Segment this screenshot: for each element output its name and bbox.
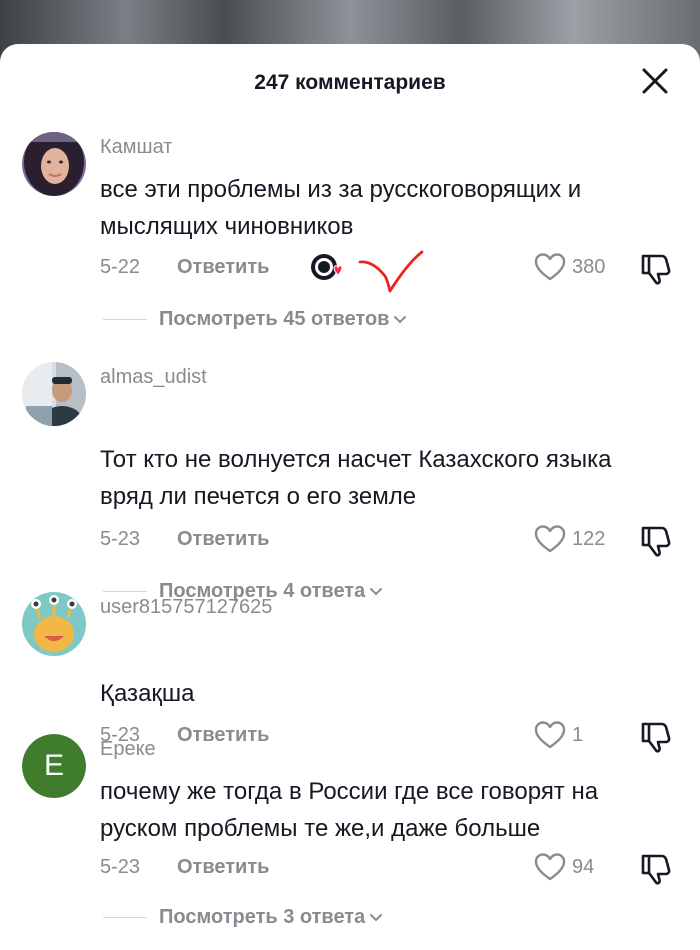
like-count: 1	[572, 723, 584, 746]
divider	[103, 319, 147, 320]
like-count: 94	[572, 855, 595, 878]
reply-button[interactable]: Ответить	[177, 724, 269, 747]
comment-date: 5-23	[100, 528, 141, 550]
divider	[103, 591, 147, 592]
comment-username[interactable]: Камшат	[100, 136, 172, 159]
comment-date: 5-22	[100, 256, 141, 278]
avatar-letter: E	[43, 749, 64, 782]
reply-button[interactable]: Ответить	[177, 528, 269, 551]
avatar[interactable]	[22, 132, 86, 196]
comment-text: все эти проблемы из за русскоговорящих и…	[100, 176, 582, 240]
view-replies-button[interactable]: Посмотреть 45 ответов	[103, 308, 407, 331]
dislike-icon[interactable]	[638, 853, 672, 885]
close-icon[interactable]	[640, 66, 670, 96]
dislike-icon[interactable]	[638, 721, 672, 753]
reply-button[interactable]: Ответить	[177, 256, 269, 279]
chevron-down-icon	[370, 587, 383, 595]
view-replies-label: Посмотреть 3 ответа	[159, 906, 366, 928]
monster-avatar-icon	[22, 592, 86, 656]
comment-username[interactable]: Ереке	[100, 738, 156, 761]
heart-icon	[534, 525, 566, 553]
handwritten-checkmark-icon	[358, 250, 424, 293]
comment-text: почему же тогда в России где все говорят…	[100, 778, 599, 842]
comment-text: Қазақша	[100, 680, 195, 707]
sheet-header: 247 комментариев	[0, 44, 700, 120]
like-count: 380	[572, 255, 606, 278]
heart-icon	[534, 253, 566, 281]
avatar[interactable]: E	[22, 734, 86, 798]
user-photo-icon	[22, 132, 86, 196]
like-button[interactable]: 1	[534, 720, 612, 750]
like-count: 122	[572, 527, 606, 550]
like-button[interactable]: 94	[534, 852, 612, 882]
like-button[interactable]: 122	[534, 524, 612, 554]
comments-count-title: 247 комментариев	[254, 71, 446, 94]
view-replies-button[interactable]: Посмотреть 3 ответа	[103, 906, 383, 929]
heart-icon	[534, 853, 566, 881]
view-replies-label: Посмотреть 45 ответов	[159, 308, 390, 330]
chevron-down-icon	[370, 913, 383, 921]
avatar[interactable]	[22, 592, 86, 656]
comment-username[interactable]: almas_udist	[100, 366, 207, 389]
user-photo-icon	[22, 362, 86, 426]
heart-icon	[534, 721, 566, 749]
chevron-down-icon	[394, 315, 407, 323]
comments-sheet: 247 комментариев Камшат все эти проблемы…	[0, 44, 700, 950]
divider	[103, 917, 147, 918]
author-liked-badge-icon	[311, 254, 343, 280]
comment-date: 5-23	[100, 856, 141, 878]
avatar[interactable]	[22, 362, 86, 426]
dislike-icon[interactable]	[638, 525, 672, 557]
comment-text: Тот кто не волнуется насчет Казахского я…	[100, 446, 612, 510]
dislike-icon[interactable]	[638, 253, 672, 285]
like-button[interactable]: 380	[534, 252, 612, 282]
comment-username[interactable]: user815757127625	[100, 596, 272, 619]
reply-button[interactable]: Ответить	[177, 856, 269, 879]
